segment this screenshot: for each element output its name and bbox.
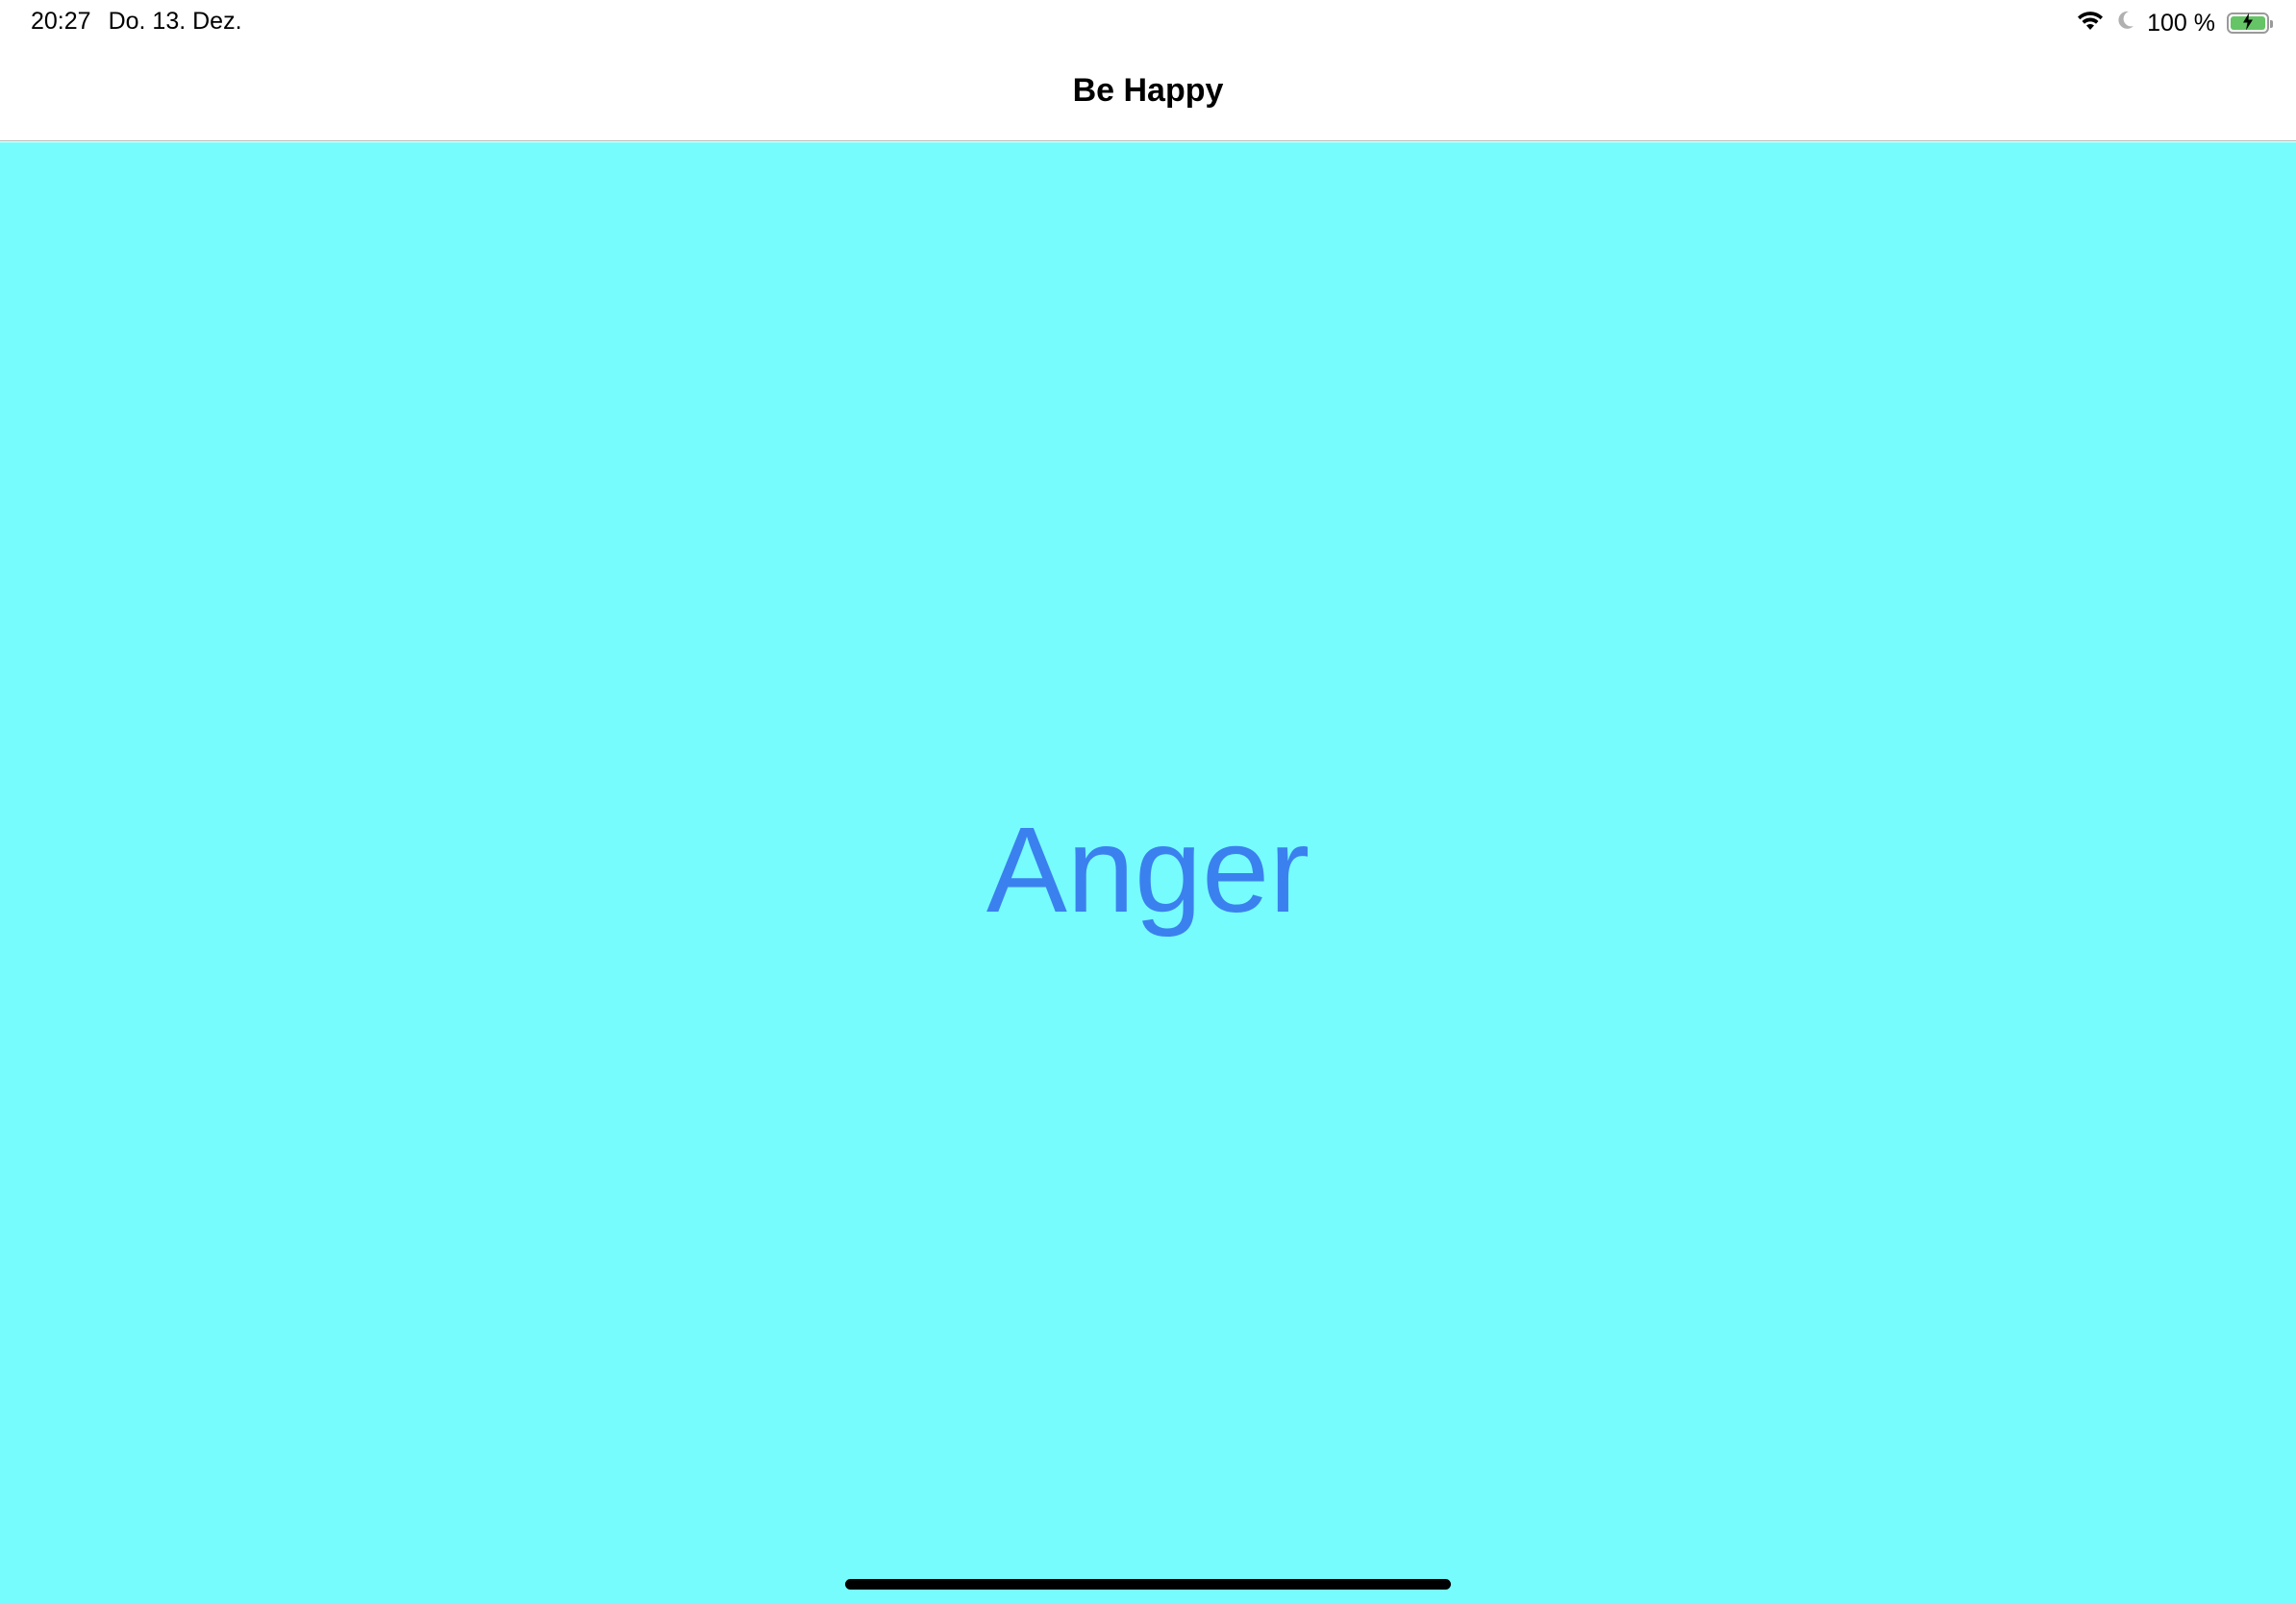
emotion-label: Anger (986, 802, 1310, 938)
page-title: Be Happy (1072, 72, 1224, 109)
home-indicator[interactable] (845, 1579, 1451, 1590)
status-left: 20:27 Do. 13. Dez. (31, 8, 242, 36)
wifi-icon (2076, 9, 2105, 38)
status-bar: 20:27 Do. 13. Dez. 100 % (0, 0, 2296, 46)
status-time: 20:27 (31, 8, 91, 35)
battery-icon (2227, 13, 2273, 34)
emotion-view[interactable]: Anger (0, 142, 2296, 1604)
status-date: Do. 13. Dez. (108, 8, 242, 35)
moon-icon (2116, 10, 2135, 38)
screen: 20:27 Do. 13. Dez. 100 % Be Happy Anger (0, 0, 2296, 1604)
status-right: 100 % (2076, 8, 2273, 38)
battery-percentage: 100 % (2147, 9, 2215, 37)
charging-bolt-icon (2242, 10, 2254, 38)
navigation-bar: Be Happy (0, 46, 2296, 141)
